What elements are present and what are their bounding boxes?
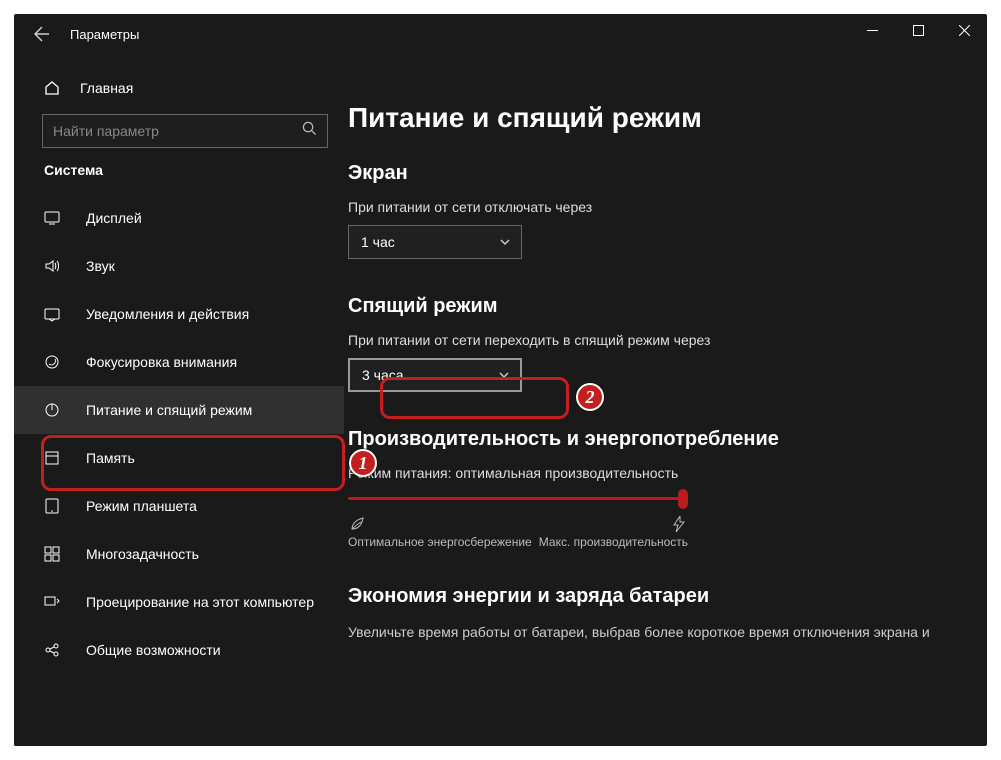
sidebar-item-power[interactable]: Питание и спящий режим: [14, 386, 344, 434]
maximize-button[interactable]: [895, 14, 941, 46]
sidebar-home[interactable]: Главная: [42, 66, 328, 110]
display-icon: [42, 210, 62, 226]
content: Питание и спящий режим Экран При питании…: [344, 54, 987, 746]
slider-captions: Оптимальное энергосбережение Макс. произ…: [348, 535, 688, 549]
sidebar-item-storage[interactable]: Память: [14, 434, 344, 482]
screen-heading: Экран: [348, 162, 967, 185]
shared-icon: [42, 642, 62, 658]
search-input[interactable]: [53, 123, 302, 139]
window-controls: [849, 14, 987, 46]
settings-window: Параметры Главная Система Дисплей Звук Уве…: [14, 14, 987, 746]
sidebar-item-sound[interactable]: Звук: [14, 242, 344, 290]
notifications-icon: [42, 306, 62, 322]
page-title: Питание и спящий режим: [348, 102, 967, 134]
close-icon: [959, 25, 970, 36]
screen-dropdown[interactable]: 1 час: [348, 225, 522, 259]
sleep-label: При питании от сети переходить в спящий …: [348, 332, 967, 348]
slider-icons: [348, 515, 688, 533]
focus-icon: [42, 354, 62, 370]
titlebar: Параметры: [14, 14, 987, 54]
slider-track: [348, 497, 688, 500]
screen-label: При питании от сети отключать через: [348, 199, 967, 215]
power-mode-slider[interactable]: [348, 491, 688, 507]
close-button[interactable]: [941, 14, 987, 46]
storage-icon: [42, 450, 62, 466]
battery-section: Экономия энергии и заряда батареи Увелич…: [348, 585, 967, 643]
sidebar-item-multitask[interactable]: Многозадачность: [14, 530, 344, 578]
sidebar-nav: Дисплей Звук Уведомления и действия Фокусир…: [14, 194, 344, 674]
sidebar-item-label: Звук: [86, 258, 115, 274]
sidebar: Главная Система Дисплей Звук Уведомления и…: [14, 54, 344, 746]
sidebar-item-label: Многозадачность: [86, 546, 199, 562]
battery-heading: Экономия энергии и заряда батареи: [348, 585, 967, 608]
tablet-icon: [42, 498, 62, 514]
sidebar-item-project[interactable]: Проецирование на этот компьютер: [14, 578, 344, 626]
sleep-section: Спящий режим При питании от сети переход…: [348, 295, 967, 392]
sidebar-item-label: Память: [86, 450, 135, 466]
sidebar-home-label: Главная: [80, 80, 133, 96]
multitask-icon: [42, 546, 62, 562]
annotation-marker-2: 2: [576, 383, 604, 411]
sidebar-item-display[interactable]: Дисплей: [14, 194, 344, 242]
back-button[interactable]: [30, 22, 54, 46]
minimize-icon: [867, 25, 878, 36]
sidebar-item-shared[interactable]: Общие возможности: [14, 626, 344, 674]
sidebar-category: Система: [44, 162, 328, 178]
leaf-icon: [348, 515, 366, 533]
chevron-down-icon: [498, 369, 510, 381]
perf-mode-label: Режим питания: оптимальная производитель…: [348, 465, 967, 481]
perf-heading: Производительность и энергопотребление: [348, 428, 967, 451]
sidebar-item-label: Режим планшета: [86, 498, 197, 514]
power-icon: [42, 402, 62, 418]
sleep-dropdown[interactable]: 3 часа: [348, 358, 522, 392]
perf-section: Производительность и энергопотребление Р…: [348, 428, 967, 549]
sidebar-item-label: Дисплей: [86, 210, 142, 226]
perf-left: Оптимальное энергосбережение: [348, 535, 539, 549]
chevron-down-icon: [499, 236, 511, 248]
slider-thumb[interactable]: [678, 489, 688, 509]
battery-desc: Увеличьте время работы от батареи, выбра…: [348, 622, 967, 643]
sidebar-item-notifications[interactable]: Уведомления и действия: [14, 290, 344, 338]
sidebar-item-tablet[interactable]: Режим планшета: [14, 482, 344, 530]
home-icon: [42, 80, 62, 96]
bolt-icon: [670, 515, 688, 533]
project-icon: [42, 594, 62, 610]
search-box[interactable]: [42, 114, 328, 148]
screen-section: Экран При питании от сети отключать чере…: [348, 162, 967, 259]
sidebar-item-label: Уведомления и действия: [86, 306, 249, 322]
sidebar-item-focus[interactable]: Фокусировка внимания: [14, 338, 344, 386]
sidebar-item-label: Общие возможности: [86, 642, 221, 658]
sidebar-item-label: Фокусировка внимания: [86, 354, 237, 370]
sleep-heading: Спящий режим: [348, 295, 967, 318]
sidebar-item-label: Питание и спящий режим: [86, 402, 252, 418]
perf-right: Макс. производительность: [539, 535, 688, 549]
minimize-button[interactable]: [849, 14, 895, 46]
sleep-value: 3 часа: [362, 367, 404, 383]
back-icon: [34, 26, 50, 42]
app-title: Параметры: [70, 27, 139, 42]
screen-value: 1 час: [361, 234, 395, 250]
maximize-icon: [913, 25, 924, 36]
sound-icon: [42, 258, 62, 274]
search-icon: [302, 121, 317, 141]
sidebar-item-label: Проецирование на этот компьютер: [86, 594, 314, 610]
annotation-marker-1: 1: [349, 449, 377, 477]
